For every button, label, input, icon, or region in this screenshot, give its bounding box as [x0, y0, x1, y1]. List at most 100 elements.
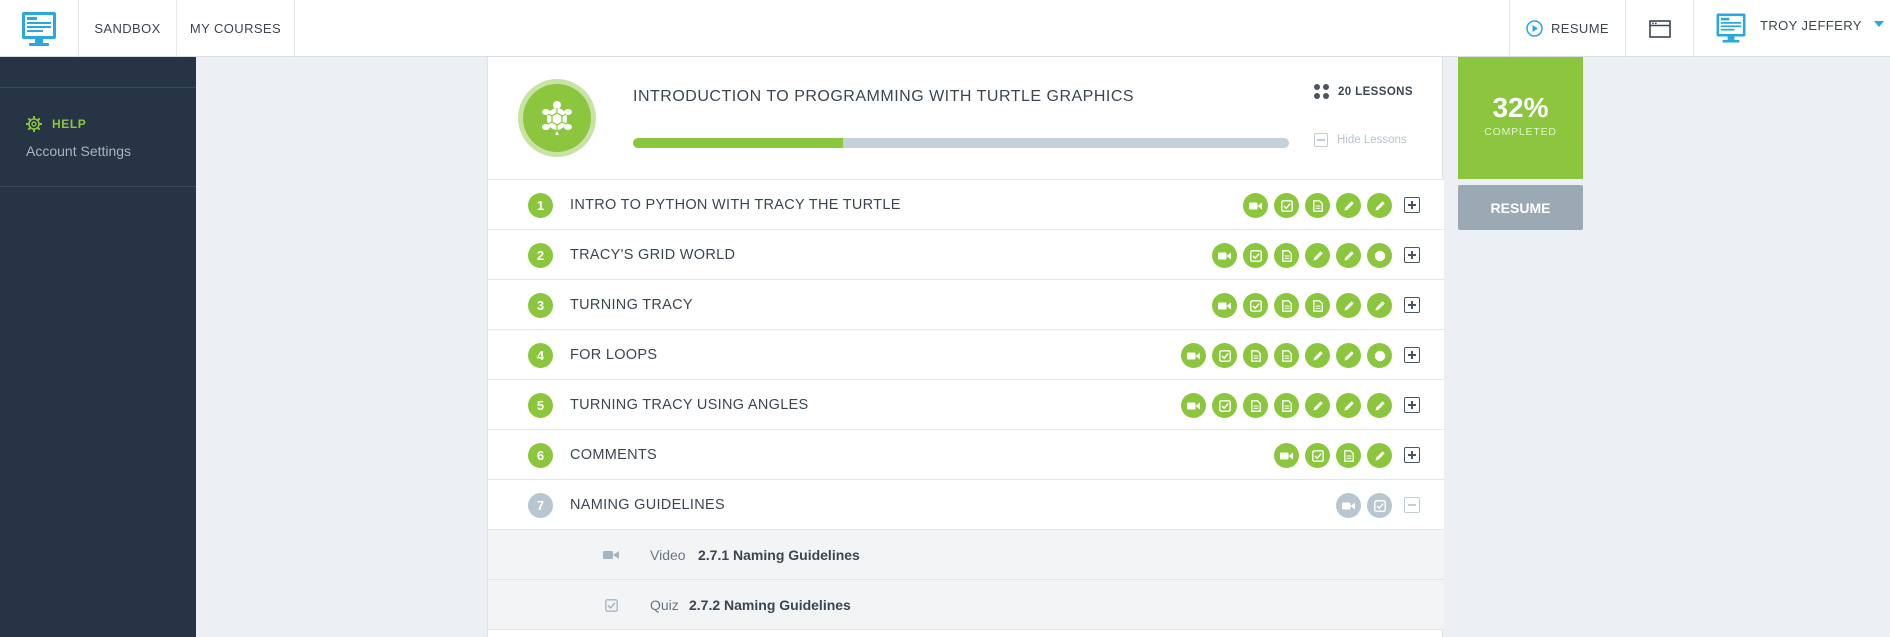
quiz-icon[interactable]: [1212, 343, 1237, 368]
course-progress-bar: [633, 138, 1289, 148]
video-icon[interactable]: [1212, 293, 1237, 318]
lesson-row[interactable]: 3 TURNING TRACY: [488, 280, 1444, 330]
circle-icon[interactable]: [1367, 243, 1392, 268]
sidebar-item-help[interactable]: HELP: [26, 116, 86, 132]
pencil-icon[interactable]: [1367, 193, 1392, 218]
expand-icon[interactable]: [1404, 347, 1420, 363]
nav-sandbox[interactable]: SANDBOX: [79, 0, 177, 57]
lesson-row[interactable]: 2 TRACY'S GRID WORLD: [488, 230, 1444, 280]
lesson-row[interactable]: 1 INTRO TO PYTHON WITH TRACY THE TURTLE: [488, 180, 1444, 230]
pencil-icon[interactable]: [1336, 343, 1361, 368]
document-icon[interactable]: [1243, 343, 1268, 368]
pencil-icon[interactable]: [1367, 293, 1392, 318]
document-icon[interactable]: [1274, 393, 1299, 418]
hide-lessons-label: Hide Lessons: [1337, 134, 1407, 146]
video-icon: [603, 547, 619, 563]
turtle-icon: [542, 101, 572, 135]
pencil-icon[interactable]: [1336, 243, 1361, 268]
lesson-activity-icons: [1243, 193, 1392, 218]
quiz-icon[interactable]: [1212, 393, 1237, 418]
lessons-count-label: 20 LESSONS: [1338, 85, 1413, 98]
lesson-title[interactable]: INTRO TO PYTHON WITH TRACY THE TURTLE: [570, 197, 901, 213]
quiz-icon[interactable]: [1243, 293, 1268, 318]
video-icon[interactable]: [1212, 243, 1237, 268]
lesson-title[interactable]: TURNING TRACY: [570, 297, 693, 313]
expand-icon[interactable]: [1404, 247, 1420, 263]
lesson-title[interactable]: FOR LOOPS: [570, 347, 657, 363]
lesson-title[interactable]: TRACY'S GRID WORLD: [570, 247, 735, 263]
document-icon[interactable]: [1305, 193, 1330, 218]
completion-label: COMPLETED: [1484, 126, 1557, 138]
nav-my-courses[interactable]: MY COURSES: [177, 0, 295, 57]
document-icon[interactable]: [1274, 343, 1299, 368]
expand-icon[interactable]: [1404, 397, 1420, 413]
pencil-icon[interactable]: [1305, 393, 1330, 418]
course-header: INTRODUCTION TO PROGRAMMING WITH TURTLE …: [488, 57, 1444, 180]
pencil-icon[interactable]: [1305, 343, 1330, 368]
lesson-number-badge: 6: [528, 443, 553, 468]
browser-window-icon: [1648, 19, 1671, 38]
video-icon[interactable]: [1181, 393, 1206, 418]
expand-icon[interactable]: [1404, 447, 1420, 463]
user-avatar-icon: [1716, 13, 1746, 43]
lesson-title[interactable]: COMMENTS: [570, 447, 657, 463]
expand-icon[interactable]: [1404, 297, 1420, 313]
hide-lessons-toggle[interactable]: Hide Lessons: [1314, 133, 1407, 147]
collapse-icon: [1314, 133, 1328, 147]
course-card: INTRODUCTION TO PROGRAMMING WITH TURTLE …: [487, 57, 1444, 637]
user-menu[interactable]: TROY JEFFERY: [1694, 0, 1890, 57]
lesson-number-badge: 3: [528, 293, 553, 318]
document-icon[interactable]: [1336, 443, 1361, 468]
document-icon[interactable]: [1274, 243, 1299, 268]
expand-icon[interactable]: [1404, 197, 1420, 213]
quiz-icon[interactable]: [1274, 193, 1299, 218]
pencil-icon[interactable]: [1336, 193, 1361, 218]
lesson-row[interactable]: 4 FOR LOOPS: [488, 330, 1444, 380]
document-icon[interactable]: [1274, 293, 1299, 318]
grid-dots-icon: [1314, 84, 1329, 99]
video-icon[interactable]: [1336, 493, 1361, 518]
lesson-number-badge: 7: [528, 493, 553, 518]
video-icon[interactable]: [1243, 193, 1268, 218]
pencil-icon[interactable]: [1336, 393, 1361, 418]
collapse-icon[interactable]: [1404, 497, 1420, 513]
lesson-row[interactable]: 5 TURNING TRACY USING ANGLES: [488, 380, 1444, 430]
lesson-activity-icons: [1181, 343, 1392, 368]
video-icon[interactable]: [1181, 343, 1206, 368]
pencil-icon[interactable]: [1367, 393, 1392, 418]
play-circle-icon: [1526, 20, 1543, 37]
pencil-icon[interactable]: [1336, 293, 1361, 318]
resume-course-button[interactable]: RESUME: [1458, 185, 1583, 230]
document-icon[interactable]: [1305, 293, 1330, 318]
chevron-down-icon: [1873, 21, 1884, 27]
sidebar-item-account-settings[interactable]: Account Settings: [26, 143, 131, 159]
lesson-row[interactable]: 7 NAMING GUIDELINES: [488, 480, 1444, 530]
nav-resume-button[interactable]: RESUME: [1509, 0, 1626, 57]
completion-summary: 32% COMPLETED: [1458, 57, 1583, 179]
video-icon[interactable]: [1274, 443, 1299, 468]
lesson-row[interactable]: 6 COMMENTS: [488, 430, 1444, 480]
lessons-count: 20 LESSONS: [1314, 84, 1413, 99]
pencil-icon[interactable]: [1367, 443, 1392, 468]
quiz-icon[interactable]: [1243, 243, 1268, 268]
circle-icon[interactable]: [1367, 343, 1392, 368]
pencil-icon[interactable]: [1305, 243, 1330, 268]
lesson-sub-item[interactable]: Video 2.7.1 Naming Guidelines: [488, 530, 1444, 580]
lesson-title[interactable]: TURNING TRACY USING ANGLES: [570, 397, 809, 413]
course-badge: [518, 79, 596, 157]
document-icon[interactable]: [1243, 393, 1268, 418]
computer-logo-icon: [22, 11, 56, 46]
lesson-activity-icons: [1274, 443, 1392, 468]
lesson-title[interactable]: NAMING GUIDELINES: [570, 497, 725, 513]
course-title: INTRODUCTION TO PROGRAMMING WITH TURTLE …: [633, 88, 1135, 105]
lesson-activity-icons: [1212, 243, 1392, 268]
sub-item-name[interactable]: 2.7.2 Naming Guidelines: [689, 597, 851, 613]
sub-item-name[interactable]: 2.7.1 Naming Guidelines: [698, 547, 860, 563]
sub-item-type: Quiz: [650, 597, 679, 613]
quiz-icon[interactable]: [1305, 443, 1330, 468]
quiz-icon[interactable]: [1367, 493, 1392, 518]
window-toggle-button[interactable]: [1626, 0, 1694, 57]
quiz-icon: [603, 597, 619, 613]
lesson-sub-item[interactable]: Quiz 2.7.2 Naming Guidelines: [488, 580, 1444, 630]
logo-link[interactable]: [0, 0, 79, 57]
